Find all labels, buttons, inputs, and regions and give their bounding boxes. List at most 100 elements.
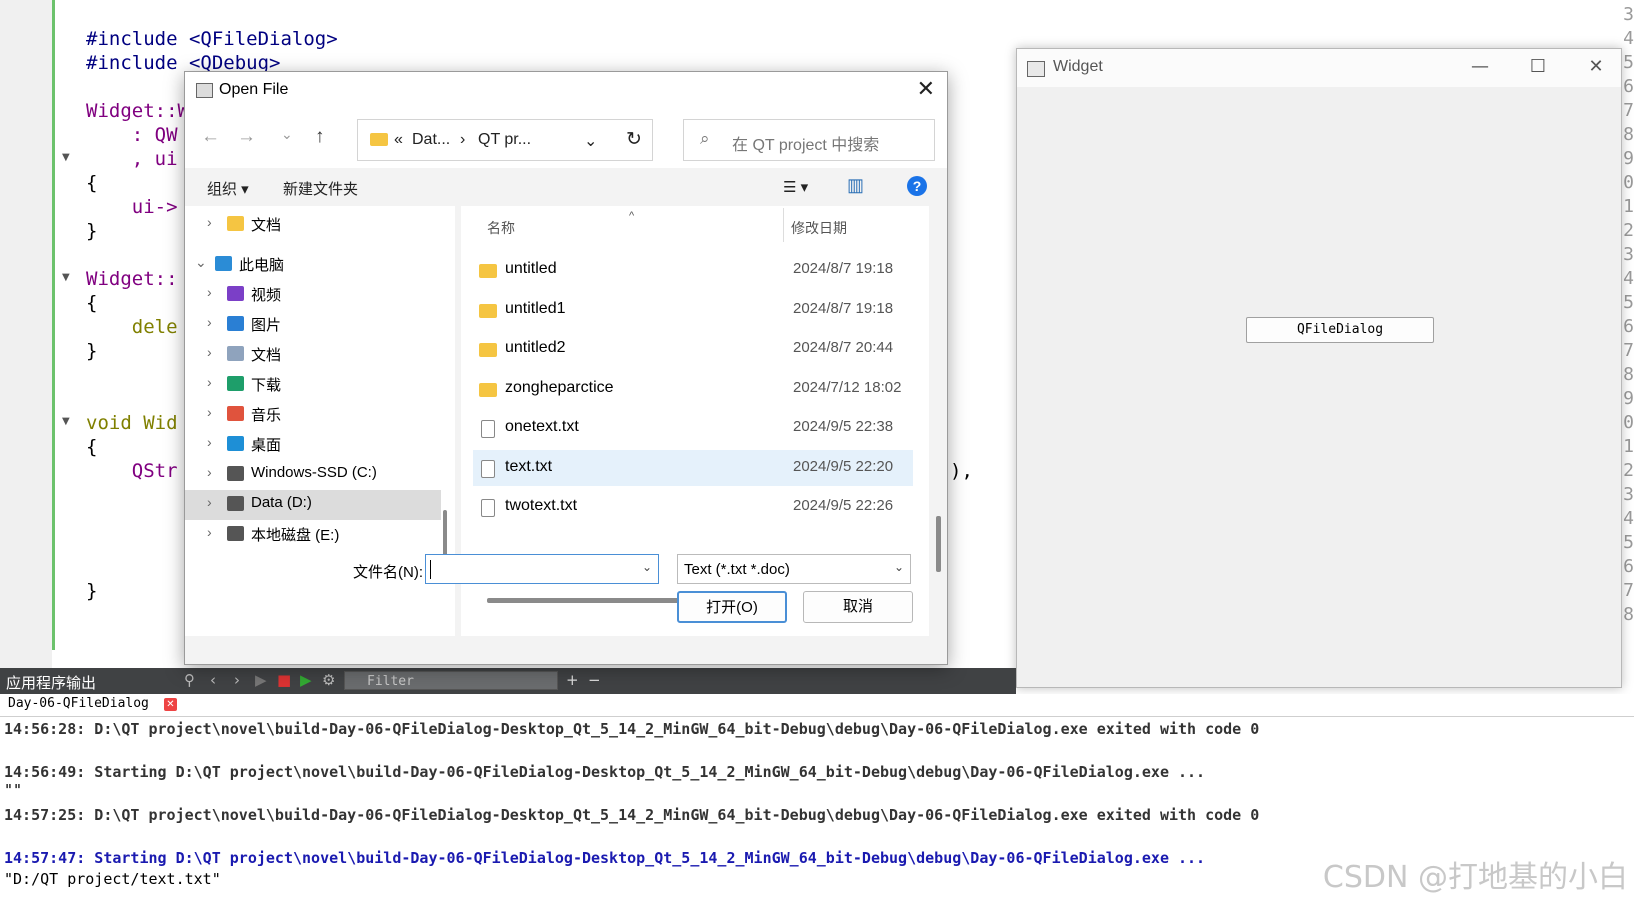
output-line: ""	[4, 781, 23, 799]
prev-icon[interactable]: ‹	[210, 671, 216, 689]
forward-arrow-icon[interactable]: →	[237, 126, 256, 148]
output-tab[interactable]: Day-06-QFileDialog	[8, 696, 149, 711]
minimize-icon[interactable]: —	[1465, 55, 1495, 79]
tree-item[interactable]: › 音乐	[185, 400, 441, 430]
chevron-down-icon[interactable]: ⌄	[642, 560, 652, 574]
file-name: onetext.txt	[505, 418, 579, 435]
tree-item[interactable]: › 图片	[185, 310, 441, 340]
file-date: 2024/9/5 22:38	[793, 418, 894, 435]
debug-icon[interactable]: ▶	[300, 671, 312, 689]
close-icon[interactable]: ✕	[1581, 55, 1611, 79]
tree-item[interactable]: › 桌面	[185, 430, 441, 460]
chevron-right-icon[interactable]: ›	[207, 284, 212, 300]
tree-item[interactable]: › 文档	[185, 210, 441, 240]
run-icon[interactable]: ▶	[255, 671, 267, 689]
new-folder-button[interactable]: 新建文件夹	[283, 178, 358, 199]
file-row[interactable]: onetext.txt 2024/9/5 22:38	[473, 410, 913, 446]
tree-item[interactable]: › 下载	[185, 370, 441, 400]
dialog-title: Open File	[219, 81, 289, 98]
output-filter-input[interactable]: Filter	[344, 671, 558, 690]
tree-item-icon	[215, 256, 232, 271]
attach-icon[interactable]: ⚲	[184, 671, 195, 689]
close-tab-icon[interactable]: ✕	[164, 698, 177, 711]
file-date: 2024/8/7 19:18	[793, 260, 894, 277]
chevron-down-icon[interactable]: ⌄	[894, 560, 904, 574]
tree-scrollbar[interactable]	[443, 510, 447, 556]
chevron-right-icon[interactable]: ›	[207, 494, 212, 510]
column-name[interactable]: 名称	[487, 218, 515, 238]
output-tabs: Day-06-QFileDialog ✕	[0, 694, 1634, 717]
tree-item[interactable]: › Windows-SSD (C:)	[185, 460, 441, 490]
tree-item-icon	[227, 316, 244, 331]
column-divider[interactable]	[783, 208, 784, 242]
chevron-right-icon[interactable]: ›	[207, 314, 212, 330]
organize-menu[interactable]: 组织 ▾	[207, 178, 249, 199]
close-icon[interactable]: ✕	[917, 76, 935, 102]
chevron-right-icon[interactable]: ›	[207, 404, 212, 420]
help-icon[interactable]: ?	[907, 176, 927, 196]
filename-input[interactable]: ⌄	[425, 554, 659, 584]
chevron-right-icon[interactable]: ›	[207, 524, 212, 540]
tree-item-icon	[227, 436, 244, 451]
file-row[interactable]: text.txt 2024/9/5 22:20	[473, 449, 913, 486]
zoom-out-icon[interactable]: −	[588, 671, 601, 689]
cancel-button[interactable]: 取消	[803, 591, 913, 623]
search-input[interactable]: ⌕ 在 QT project 中搜索	[683, 119, 935, 161]
file-row[interactable]: untitled 2024/8/7 19:18	[473, 252, 913, 288]
up-arrow-icon[interactable]: ↑	[315, 126, 325, 148]
file-row[interactable]: untitled1 2024/8/7 19:18	[473, 292, 913, 328]
view-menu-icon[interactable]: ☰ ▾	[783, 178, 808, 196]
recent-dropdown-icon[interactable]: ⌄	[281, 126, 293, 143]
chevron-down-icon[interactable]: ⌄	[195, 254, 207, 271]
fold-arrow-icon[interactable]: ▼	[62, 152, 70, 163]
file-date: 2024/9/5 22:26	[793, 497, 894, 514]
sort-arrow-icon: ^	[629, 210, 635, 222]
tree-item-label: 本地磁盘 (E:)	[251, 527, 340, 544]
widget-titlebar[interactable]: Widget — ☐ ✕	[1017, 49, 1621, 87]
back-arrow-icon[interactable]: ←	[201, 126, 220, 148]
chevron-right-icon[interactable]: ›	[207, 464, 212, 480]
breadcrumb-data[interactable]: Dat...	[412, 131, 450, 149]
file-row[interactable]: zongheparctice 2024/7/12 18:02	[473, 371, 913, 407]
tree-item[interactable]: › 文档	[185, 340, 441, 370]
vertical-scrollbar[interactable]	[929, 206, 947, 636]
preview-pane-icon[interactable]: ▥	[847, 175, 864, 196]
folder-icon	[479, 264, 497, 278]
file-name: untitled1	[505, 299, 566, 317]
fold-arrow-icon[interactable]: ▼	[62, 416, 70, 427]
chevron-right-icon[interactable]: ›	[207, 374, 212, 390]
chevron-right-icon[interactable]: ›	[207, 434, 212, 450]
maximize-icon[interactable]: ☐	[1523, 55, 1553, 79]
output-pane-label: 应用程序输出	[6, 675, 97, 692]
tree-item[interactable]: › 视频	[185, 280, 441, 310]
line-number-gutter	[0, 0, 52, 668]
qfiledialog-button[interactable]: QFileDialog	[1246, 317, 1434, 343]
address-bar[interactable]: « Dat... › QT pr... ⌄ ↻	[357, 119, 653, 161]
stop-icon[interactable]: ■	[277, 671, 291, 689]
chevron-right-icon[interactable]: ›	[207, 344, 212, 360]
settings-icon[interactable]: ⚙	[322, 671, 335, 689]
zoom-in-icon[interactable]: +	[566, 671, 579, 689]
chevron-down-icon[interactable]: ⌄	[584, 131, 597, 151]
dialog-titlebar[interactable]: Open File ✕	[185, 72, 947, 108]
next-icon[interactable]: ›	[234, 671, 240, 689]
tree-item[interactable]: ⌄ 此电脑	[185, 250, 441, 280]
breadcrumb-qt-project[interactable]: QT pr...	[478, 131, 531, 149]
address-prefix: «	[394, 131, 403, 148]
filetype-select[interactable]: Text (*.txt *.doc) ⌄	[677, 554, 911, 584]
tree-item[interactable]: › Data (D:)	[185, 490, 441, 520]
code-line-21: {	[86, 436, 98, 458]
fold-arrow-icon[interactable]: ▼	[62, 272, 70, 283]
refresh-icon[interactable]: ↻	[626, 128, 642, 151]
folder-icon	[479, 382, 497, 397]
scrollbar-thumb[interactable]	[936, 516, 941, 572]
filetype-value: Text (*.txt *.doc)	[684, 561, 790, 578]
column-date[interactable]: 修改日期	[791, 218, 847, 238]
output-line: "D:/QT project/text.txt"	[4, 870, 221, 888]
file-row[interactable]: untitled2 2024/8/7 20:44	[473, 331, 913, 367]
open-button[interactable]: 打开(O)	[677, 591, 787, 623]
chevron-right-icon[interactable]: ›	[207, 214, 212, 230]
file-row[interactable]: twotext.txt 2024/9/5 22:26	[473, 489, 913, 525]
tree-item[interactable]: › 本地磁盘 (E:)	[185, 520, 441, 550]
file-name: untitled	[505, 260, 557, 277]
